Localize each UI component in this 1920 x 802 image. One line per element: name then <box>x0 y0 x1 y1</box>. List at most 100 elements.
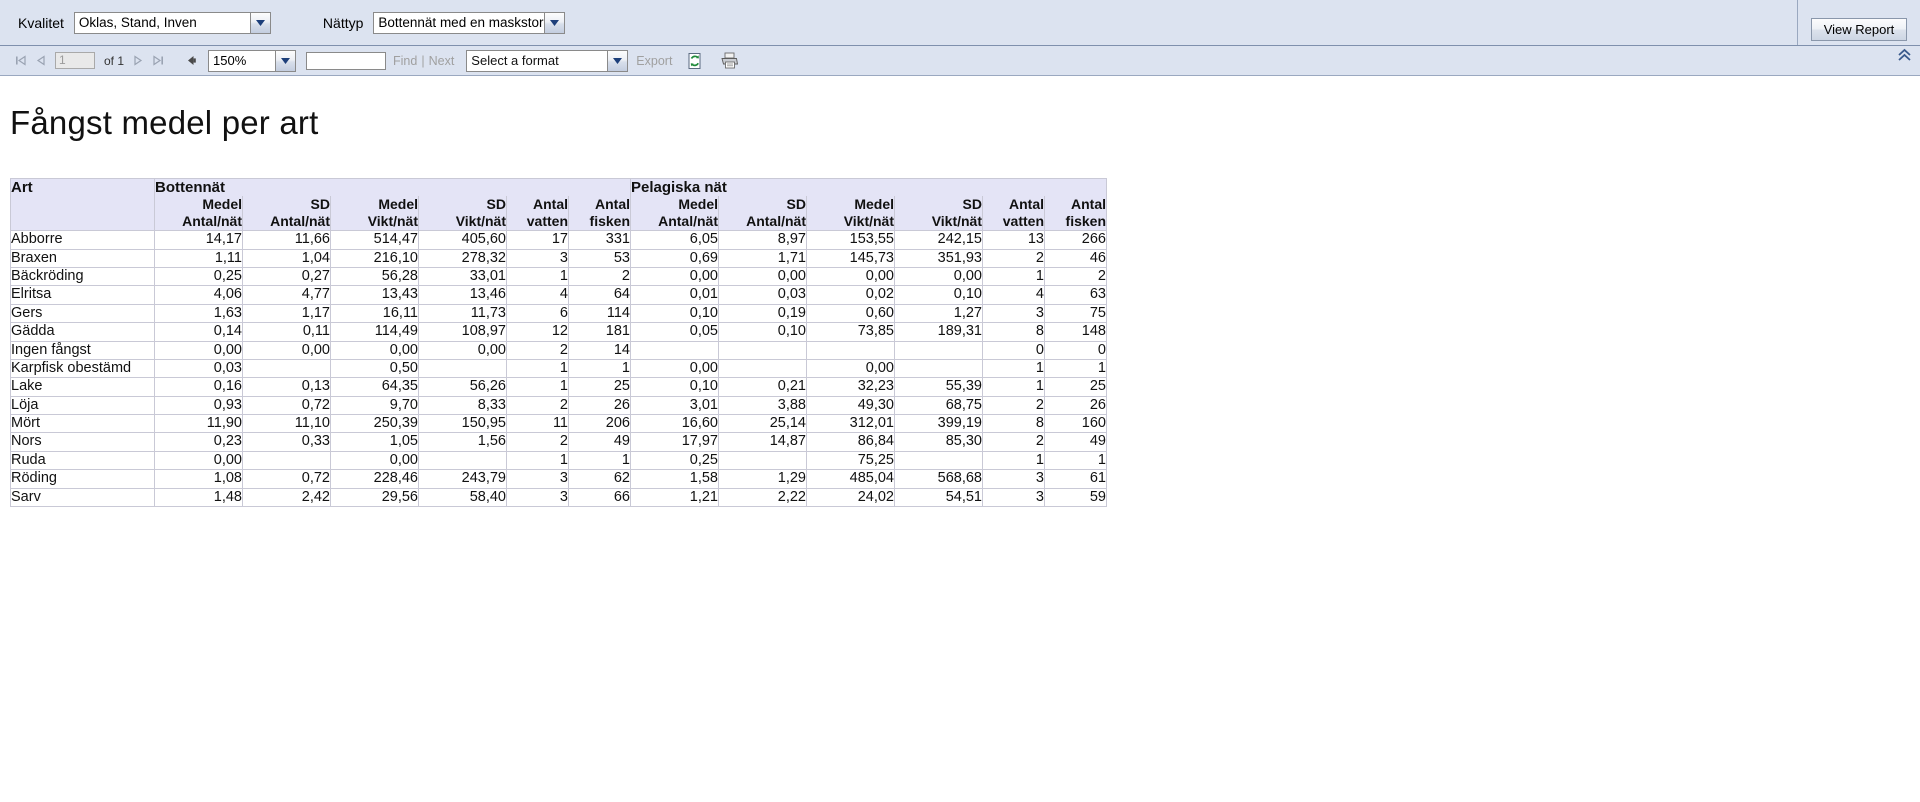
table-row: Röding 1,08 0,72 228,46 243,79 3 62 1,58 1,29 485… <box>10 469 1107 489</box>
column-header-b-sd-antal: SD Antal/nät <box>242 196 331 232</box>
cell-value: 58,40 <box>418 487 507 508</box>
cell-value: 351,93 <box>894 248 983 268</box>
cell-value: 8,97 <box>718 230 807 250</box>
cell-value: 56,28 <box>330 266 419 287</box>
hdr-line-1: Antal <box>533 196 568 212</box>
next-page-icon[interactable] <box>128 51 148 71</box>
cell-value: 53 <box>568 248 631 268</box>
collapse-toolbar-icon[interactable] <box>1897 48 1912 65</box>
view-report-button[interactable]: View Report <box>1810 18 1908 41</box>
cell-value: 33,01 <box>418 266 507 287</box>
cell-value: 49,30 <box>806 395 895 416</box>
cell-value: 0,10 <box>894 285 983 305</box>
cell-value: 181 <box>568 322 631 342</box>
zoom-dropdown[interactable]: 150% <box>208 49 297 72</box>
table-row: Elritsa 4,06 4,77 13,43 13,46 4 64 0,01 0,03 0,02… <box>10 285 1107 305</box>
cell-species-name: Mört <box>10 414 155 434</box>
search-input[interactable] <box>306 51 387 70</box>
cell-value: 1,71 <box>718 248 807 268</box>
cell-value: 1,63 <box>154 303 243 324</box>
cell-value: 25 <box>568 377 631 397</box>
back-to-parent-report-icon[interactable] <box>182 51 202 71</box>
last-page-icon[interactable] <box>148 51 168 71</box>
export-button[interactable]: Export <box>636 54 672 68</box>
export-format-dropdown[interactable]: Select a format <box>466 49 629 72</box>
cell-species-name: Ingen fångst <box>10 340 155 360</box>
cell-value: 73,85 <box>806 322 895 342</box>
cell-value: 243,79 <box>418 469 507 489</box>
nattyp-dropdown[interactable]: Bottennät med en maskstorlek ( <box>373 11 566 34</box>
cell-value: 0,00 <box>806 266 895 287</box>
cell-value: 0,13 <box>242 377 331 397</box>
cell-value: 0,00 <box>330 450 419 471</box>
first-page-icon[interactable] <box>10 51 30 71</box>
parameter-nattyp: Nättyp Bottennät med en maskstorlek ( <box>323 11 566 34</box>
cell-value: 1 <box>982 377 1045 397</box>
cell-value: 1 <box>1044 450 1107 471</box>
refresh-icon[interactable] <box>684 50 706 72</box>
parameter-kvalitet: Kvalitet Oklas, Stand, Inven <box>18 11 271 34</box>
cell-species-name: Ruda <box>10 450 155 471</box>
cell-value <box>630 340 719 360</box>
print-icon[interactable] <box>718 50 740 72</box>
cell-species-name: Lake <box>10 377 155 397</box>
chevron-down-icon[interactable] <box>544 12 565 33</box>
cell-value: 0,50 <box>330 358 419 379</box>
table-body: Abborre 14,17 11,66 514,47 405,60 17 331 6,05 8,… <box>10 230 1107 508</box>
cell-value: 160 <box>1044 414 1107 434</box>
cell-value <box>242 450 331 471</box>
cell-value: 0,25 <box>154 266 243 287</box>
table-row: Löja 0,93 0,72 9,70 8,33 2 26 3,01 3,88 49,30 68,7… <box>10 395 1107 416</box>
report-body: Fångst medel per art Art Bottennät Pelag… <box>0 76 1920 508</box>
column-header-p-medel-antal: Medel Antal/nät <box>630 196 719 232</box>
cell-value: 8,33 <box>418 395 507 416</box>
chevron-down-icon[interactable] <box>607 50 628 71</box>
cell-value: 11,10 <box>242 414 331 434</box>
kvalitet-label: Kvalitet <box>18 14 64 31</box>
cell-value: 1 <box>982 358 1045 379</box>
cell-value: 0,00 <box>242 340 331 360</box>
cell-value: 2 <box>1044 266 1107 287</box>
table-row: Sarv 1,48 2,42 29,56 58,40 3 66 1,21 2,22 24,02 54… <box>10 487 1107 508</box>
hdr-line-2: Vikt/nät <box>455 213 506 230</box>
table-header: Art Bottennät Pelagiska nät Medel Antal/n… <box>10 177 1107 232</box>
cell-value: 0,16 <box>154 377 243 397</box>
cell-value: 25,14 <box>718 414 807 434</box>
cell-value: 1,48 <box>154 487 243 508</box>
cell-value: 228,46 <box>330 469 419 489</box>
chevron-down-icon[interactable] <box>275 50 296 71</box>
column-header-p-sd-antal: SD Antal/nät <box>718 196 807 232</box>
cell-value: 189,31 <box>894 322 983 342</box>
table-row: Abborre 14,17 11,66 514,47 405,60 17 331 6,05 8,… <box>10 230 1107 250</box>
cell-value: 2,42 <box>242 487 331 508</box>
cell-species-name: Gers <box>10 303 155 324</box>
page-title: Fångst medel per art <box>10 104 319 141</box>
chevron-down-icon[interactable] <box>249 12 270 33</box>
cell-value: 1,04 <box>242 248 331 268</box>
cell-value: 0,03 <box>718 285 807 305</box>
hdr-line-2: fisken <box>1065 213 1106 230</box>
find-next-button[interactable]: Next <box>429 54 455 68</box>
find-button[interactable]: Find <box>393 54 417 68</box>
previous-page-icon[interactable] <box>30 51 50 71</box>
cell-value: 3 <box>506 248 569 268</box>
cell-value: 1,08 <box>154 469 243 489</box>
cell-value: 216,10 <box>330 248 419 268</box>
cell-value: 1 <box>982 266 1045 287</box>
hdr-line-2: vatten <box>526 213 568 230</box>
cell-value: 1 <box>982 450 1045 471</box>
hdr-line-1: Medel <box>678 196 718 212</box>
cell-value: 11,90 <box>154 414 243 434</box>
table-row: Gädda 0,14 0,11 114,49 108,97 12 181 0,05 0,10 73… <box>10 322 1107 342</box>
page-number-input[interactable]: 1 <box>55 52 95 69</box>
cell-value: 62 <box>568 469 631 489</box>
cell-value: 1 <box>568 358 631 379</box>
cell-value: 16,11 <box>330 303 419 324</box>
table-row: Gers 1,63 1,17 16,11 11,73 6 114 0,10 0,19 0,60 1,… <box>10 303 1107 324</box>
cell-value <box>894 358 983 379</box>
hdr-line-1: SD <box>486 196 506 212</box>
cell-value: 3 <box>982 303 1045 324</box>
cell-value <box>718 358 807 379</box>
cell-value: 26 <box>568 395 631 416</box>
kvalitet-dropdown[interactable]: Oklas, Stand, Inven <box>73 11 271 34</box>
